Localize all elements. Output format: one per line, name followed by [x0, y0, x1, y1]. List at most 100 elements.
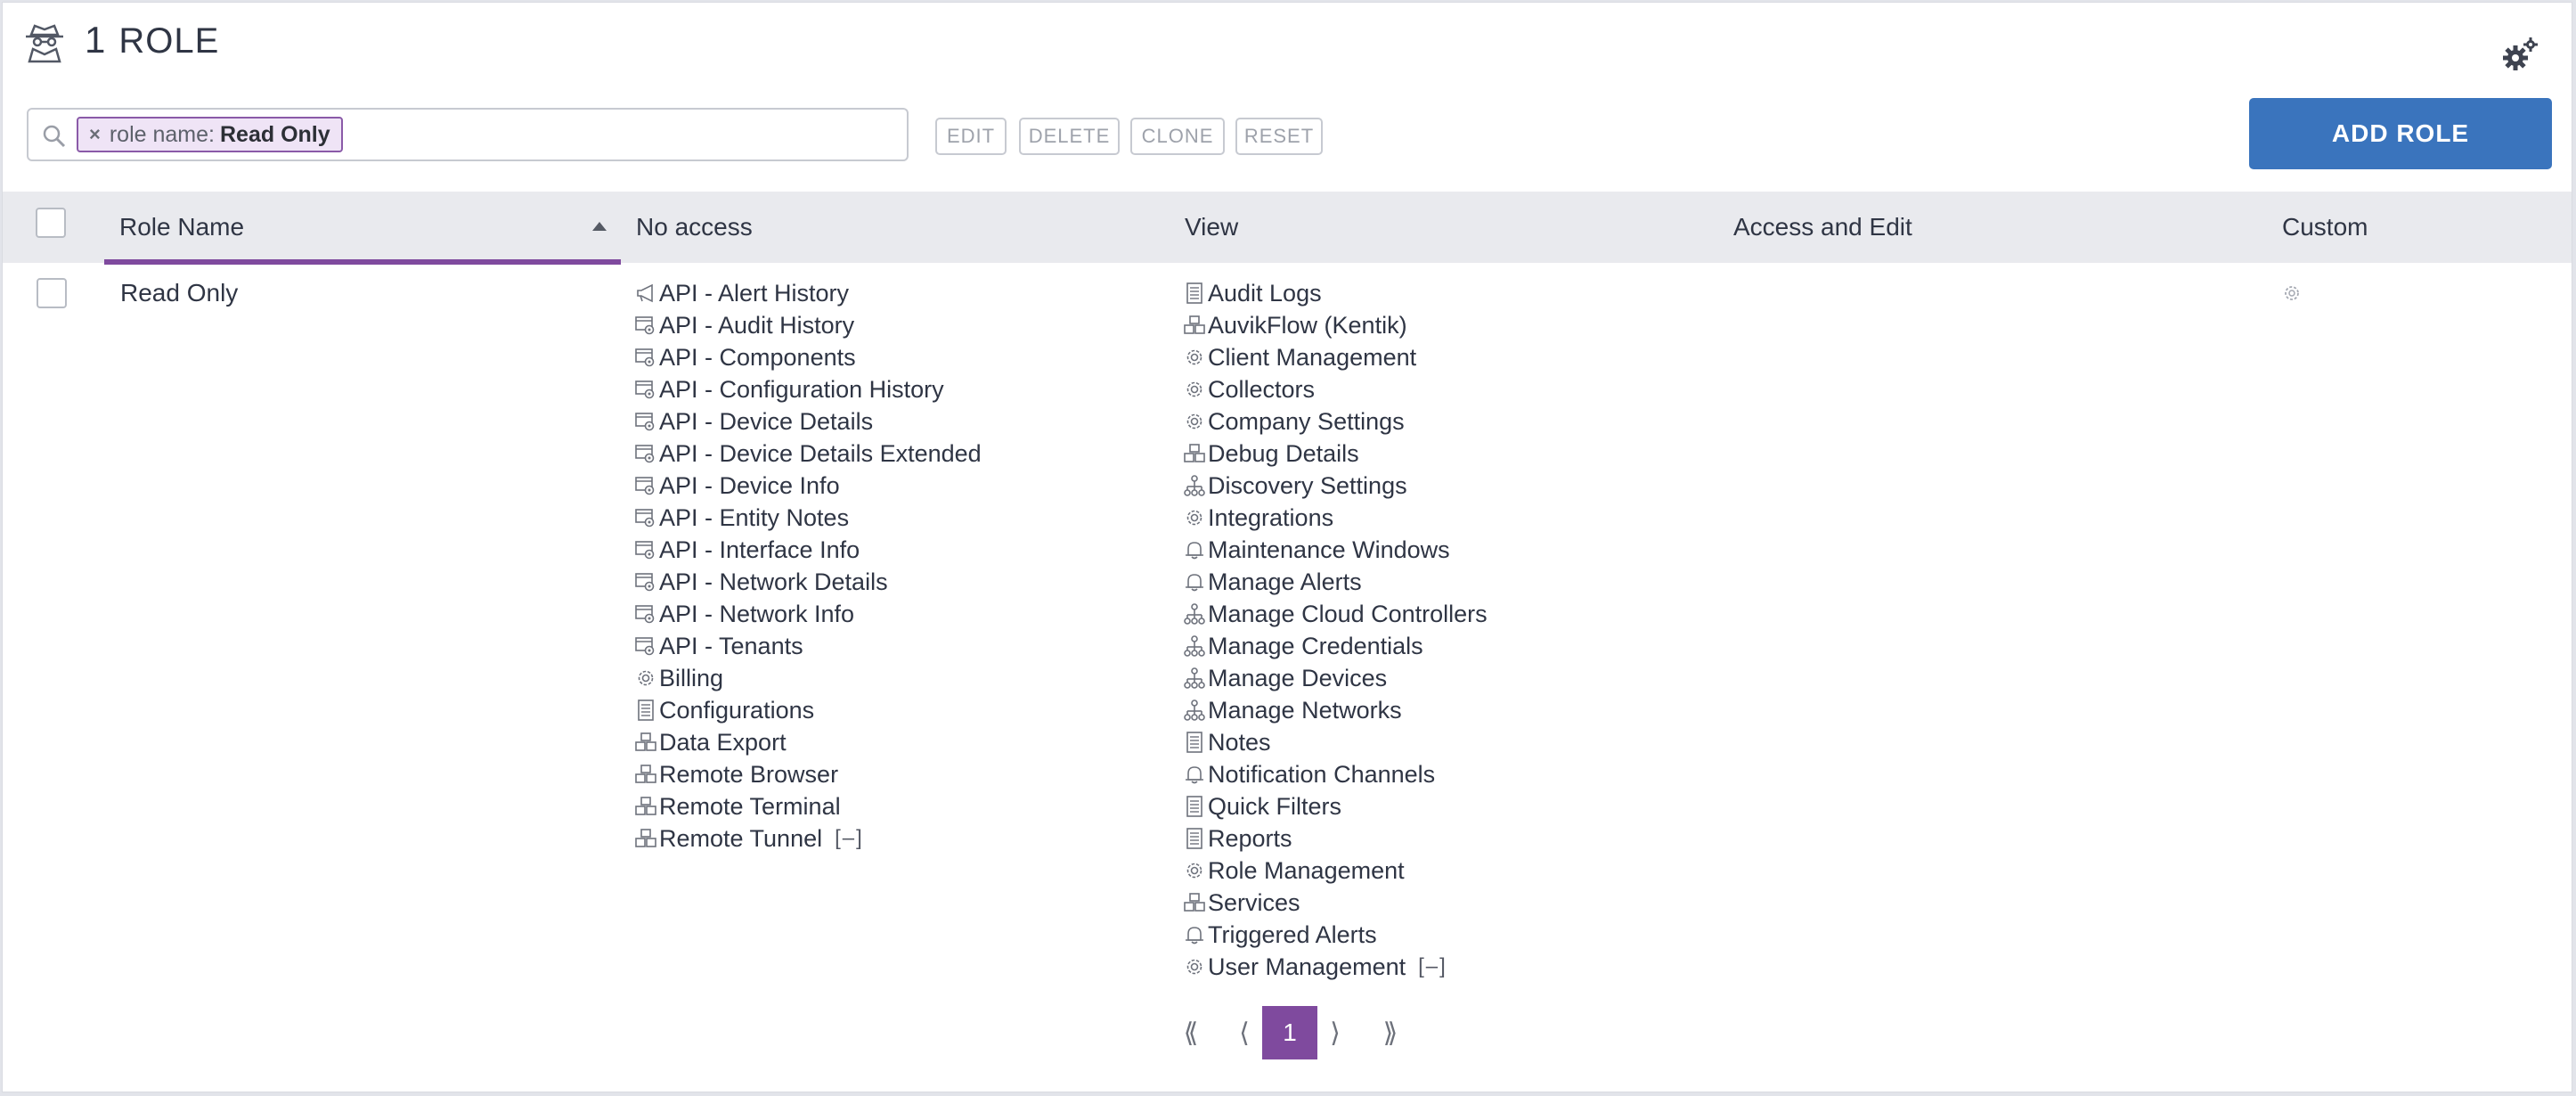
- gear-icon: [1186, 413, 1202, 429]
- add-role-button[interactable]: ADD ROLE: [2249, 98, 2552, 169]
- permission-label: Manage Devices: [1208, 665, 1388, 691]
- role-count: 1: [85, 19, 107, 61]
- filter-chip: × role name: Read Only: [77, 117, 343, 152]
- search-input[interactable]: × role name: Read Only: [27, 108, 909, 161]
- first-page-button[interactable]: ⟪: [1175, 1006, 1207, 1059]
- permission-label: API - Network Details: [659, 568, 888, 595]
- permission-label: Manage Alerts: [1208, 568, 1362, 595]
- role-name-cell[interactable]: Read Only: [120, 279, 238, 307]
- permission-label: Notes: [1208, 729, 1271, 756]
- permission-label: API - Tenants: [659, 633, 803, 659]
- document-icon: [1186, 828, 1202, 849]
- column-header-no-access[interactable]: No access: [636, 213, 753, 241]
- permission-item: API - Tenants: [634, 630, 982, 662]
- permission-item: Role Management: [1183, 855, 1488, 887]
- permission-label: API - Audit History: [659, 312, 855, 339]
- view-permissions-list: Audit Logs AuvikFlow (Kentik) Client Manag…: [1183, 277, 1488, 983]
- api-window-icon: [635, 637, 655, 656]
- permission-item: API - Network Details: [634, 566, 982, 598]
- boxes-icon: [635, 797, 656, 815]
- network-icon: [1184, 635, 1205, 657]
- permission-item: Company Settings: [1183, 405, 1488, 438]
- permission-label: Quick Filters: [1208, 793, 1342, 820]
- api-window-icon: [635, 573, 655, 592]
- permission-item: Remote Tunnel [–]: [634, 822, 982, 855]
- clone-button[interactable]: CLONE: [1130, 118, 1225, 155]
- delete-button[interactable]: DELETE: [1019, 118, 1120, 155]
- select-all-checkbox[interactable]: [36, 208, 66, 238]
- permission-label: Billing: [659, 665, 724, 691]
- page-title: 1 ROLE: [85, 19, 219, 61]
- column-header-view[interactable]: View: [1185, 213, 1238, 241]
- document-icon: [638, 699, 654, 721]
- gear-icon: [1186, 381, 1202, 397]
- permission-item: Billing: [634, 662, 982, 694]
- permission-label: Remote Tunnel: [659, 825, 823, 852]
- roles-panel: 1 ROLE × role name: Read Only EDIT DELETE…: [2, 2, 2572, 1092]
- permission-label: API - Components: [659, 344, 856, 371]
- gear-icon: [1186, 349, 1202, 365]
- column-header-access-edit[interactable]: Access and Edit: [1733, 213, 1912, 241]
- document-icon: [1186, 732, 1202, 753]
- permission-item: API - Device Info: [634, 470, 982, 502]
- column-header-role-name[interactable]: Role Name: [119, 213, 244, 241]
- permission-label: Audit Logs: [1208, 280, 1322, 307]
- current-page-button[interactable]: 1: [1262, 1006, 1317, 1059]
- permission-item: API - Components: [634, 341, 982, 373]
- permission-label: Services: [1208, 889, 1300, 916]
- boxes-icon: [1184, 315, 1205, 334]
- permission-item: Notes: [1183, 726, 1488, 758]
- gears-icon[interactable]: [2500, 37, 2539, 72]
- network-icon: [1184, 699, 1205, 721]
- permission-label: API - Network Info: [659, 601, 855, 627]
- permission-item: User Management [–]: [1183, 951, 1488, 983]
- permission-item: API - Configuration History: [634, 373, 982, 405]
- bell-icon: [1186, 574, 1203, 592]
- permission-item: Debug Details: [1183, 438, 1488, 470]
- permission-label: Notification Channels: [1208, 761, 1436, 788]
- reset-button[interactable]: RESET: [1235, 118, 1323, 155]
- permission-item: Manage Devices: [1183, 662, 1488, 694]
- permission-item: API - Network Info: [634, 598, 982, 630]
- permission-label: Manage Credentials: [1208, 633, 1423, 659]
- gear-icon: [1186, 959, 1202, 975]
- last-page-button[interactable]: ⟫: [1373, 1006, 1408, 1059]
- permission-item: Manage Cloud Controllers: [1183, 598, 1488, 630]
- permission-item: Data Export: [634, 726, 982, 758]
- column-header-custom[interactable]: Custom: [2282, 213, 2368, 241]
- custom-gear-icon[interactable]: [2281, 282, 2303, 304]
- permission-item: Notification Channels: [1183, 758, 1488, 790]
- document-icon: [1186, 796, 1202, 817]
- permission-label: Triggered Alerts: [1208, 921, 1377, 948]
- collapse-toggle[interactable]: [–]: [1418, 951, 1447, 983]
- api-window-icon: [635, 348, 655, 367]
- prev-page-button[interactable]: ⟨: [1228, 1006, 1260, 1059]
- edit-button[interactable]: EDIT: [935, 118, 1007, 155]
- remove-filter-icon[interactable]: ×: [89, 123, 101, 146]
- gear-icon: [1186, 510, 1202, 526]
- boxes-icon: [1184, 893, 1205, 912]
- permission-item: Discovery Settings: [1183, 470, 1488, 502]
- permission-item: API - Alert History: [634, 277, 982, 309]
- permission-item: Manage Alerts: [1183, 566, 1488, 598]
- page-title-label: ROLE: [118, 21, 220, 61]
- bell-icon: [1186, 766, 1203, 784]
- network-icon: [1184, 667, 1205, 689]
- bell-icon: [1186, 542, 1203, 560]
- sort-ascending-icon[interactable]: [592, 222, 607, 231]
- permission-label: Collectors: [1208, 376, 1316, 403]
- gear-icon: [1186, 863, 1202, 879]
- next-page-button[interactable]: ⟩: [1319, 1006, 1351, 1059]
- filter-chip-value: Read Only: [219, 121, 330, 147]
- sort-indicator: [104, 259, 621, 265]
- permission-label: Debug Details: [1208, 440, 1359, 467]
- permission-label: Role Management: [1208, 857, 1405, 884]
- permission-item: Integrations: [1183, 502, 1488, 534]
- row-checkbox[interactable]: [37, 278, 67, 308]
- permission-label: Discovery Settings: [1208, 472, 1407, 499]
- collapse-toggle[interactable]: [–]: [835, 822, 864, 855]
- permission-item: Audit Logs: [1183, 277, 1488, 309]
- permission-label: API - Device Details Extended: [659, 440, 982, 467]
- permission-item: Triggered Alerts: [1183, 919, 1488, 951]
- boxes-icon: [635, 765, 656, 783]
